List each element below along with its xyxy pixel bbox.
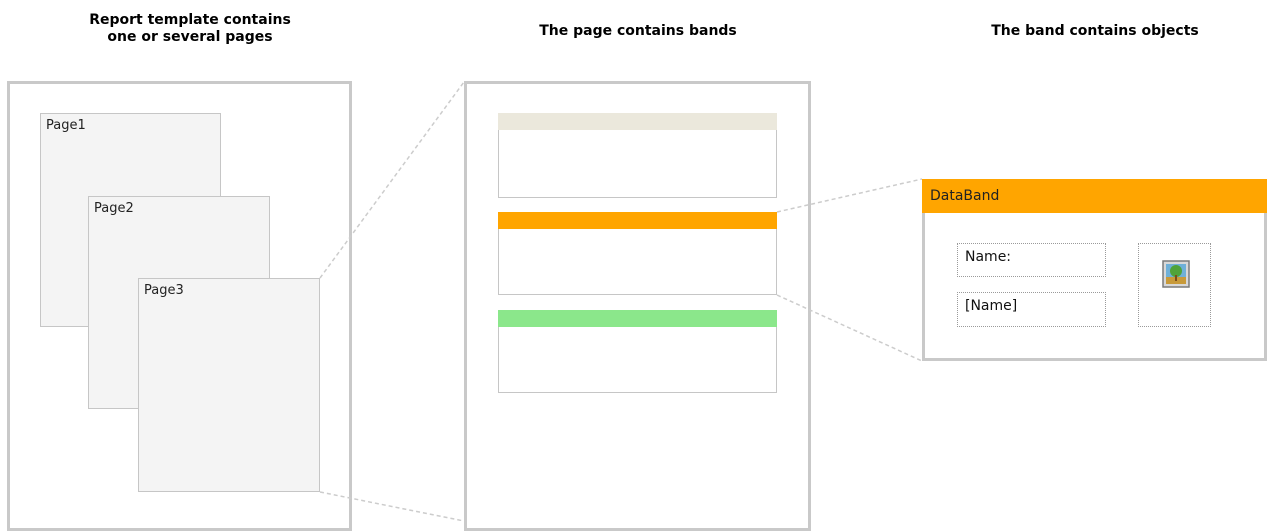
band-header [498,310,777,327]
band-header [498,113,777,130]
picture-object [1138,243,1211,327]
band-header [498,212,777,229]
heading-page-bands: The page contains bands [539,23,737,39]
text-object-name-value: [Name] [957,292,1106,327]
band-2 [498,212,777,295]
image-icon [1162,260,1190,288]
databand-title: DataBand [930,188,1000,204]
page-label: Page1 [46,118,86,133]
band-3 [498,310,777,393]
text-object-name-label: Name: [957,243,1106,277]
databand-header: DataBand [922,179,1267,213]
band-1 [498,113,777,198]
heading-report-template: Report template contains one or several … [89,12,291,45]
page-sheet-3: Page3 [138,278,320,492]
heading-band-objects: The band contains objects [991,23,1199,39]
page-label: Page3 [144,283,184,298]
databand-panel: DataBand Name: [Name] [922,179,1267,361]
page-label: Page2 [94,201,134,216]
